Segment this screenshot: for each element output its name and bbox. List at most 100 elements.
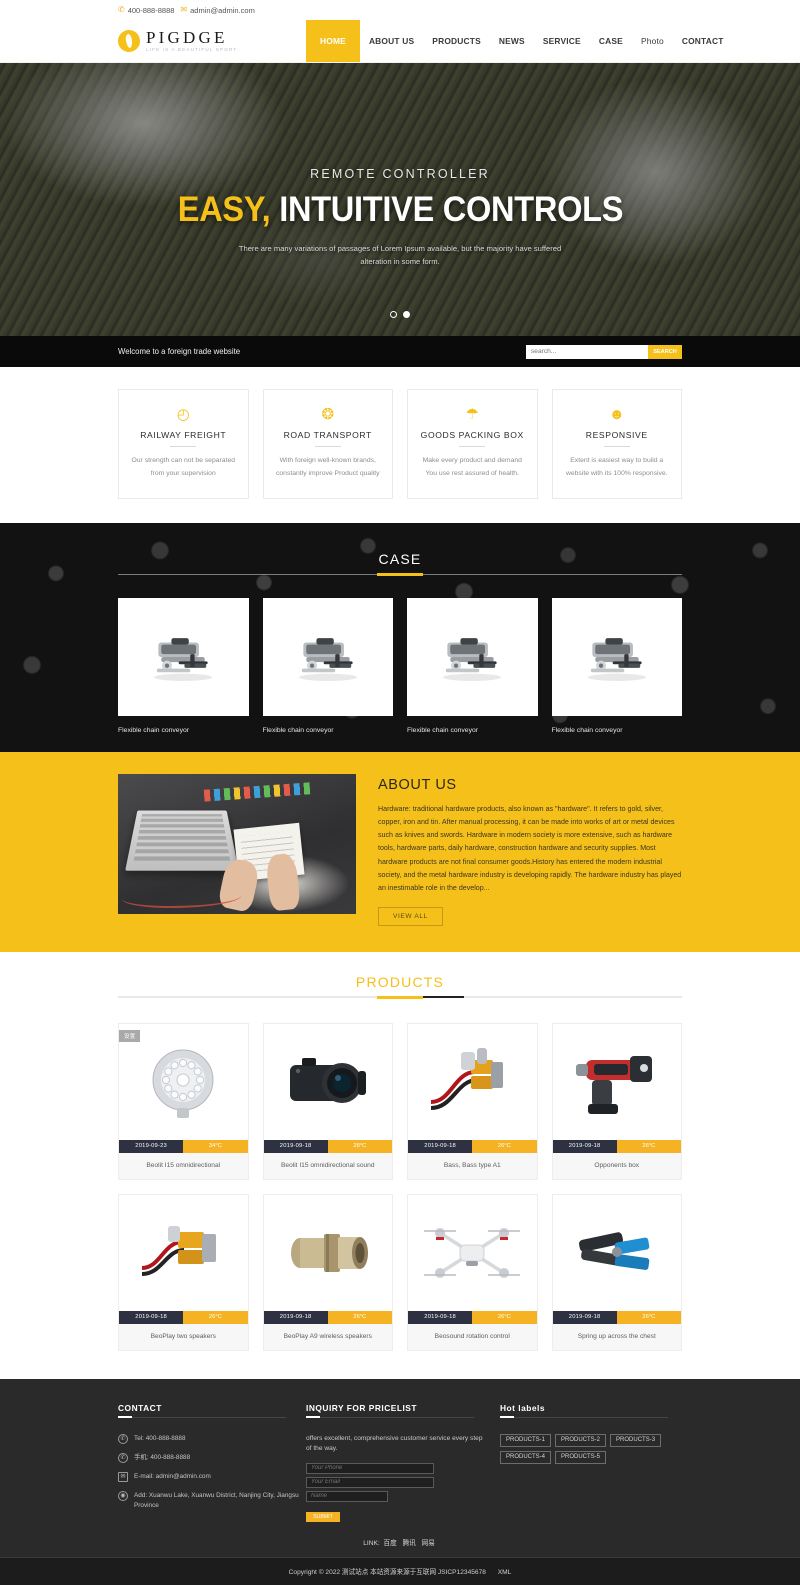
link-label: LINK: [363,1539,380,1547]
inquiry-name-input[interactable] [306,1490,388,1502]
product-card[interactable]: 2019-09-18 26°C Opponents box [551,1022,682,1180]
inquiry-phone-input[interactable] [306,1462,434,1474]
nav-item-contact[interactable]: CONTACT [673,20,733,62]
case-card[interactable]: Flexible chain conveyor [262,598,393,735]
nav-item-label: PRODUCTS [432,36,481,46]
hot-label-tags: PRODUCTS-1 PRODUCTS-2 PRODUCTS-3 PRODUCTS-4… [500,1433,670,1464]
product-card[interactable]: 2019-09-18 26°C BeoPlay A9 wireless spea… [262,1193,393,1351]
case-caption: Flexible chain conveyor [118,727,190,735]
product-temperature: 26°C [183,1310,248,1324]
logo-tagline: LIFE IS A BEAUTIFUL SPORT [146,47,238,53]
contact-text: E-mail: admin@admin.com [134,1472,211,1480]
feature-desc: Extent is easiest way to build a website… [565,457,668,477]
product-name: Opponents box [552,1152,681,1179]
contact-row: ✆ Tel: 400-888-8888 [118,1433,306,1444]
product-card[interactable]: 2019-09-18 26°C BeoPlay two speakers [118,1193,249,1351]
hot-label-tag[interactable]: PRODUCTS-4 [500,1450,552,1464]
nav-item-label: Photo [640,36,664,46]
case-caption: Flexible chain conveyor [262,727,334,735]
feature-card[interactable]: ☂ GOODS PACKING BOX Make every product a… [407,389,538,500]
view-all-button[interactable]: VIEW ALL [378,906,443,926]
contact-text: Add: Xuanwu Lake, Xuanwu District, Nanji… [134,1491,299,1509]
search-input[interactable] [526,344,648,359]
case-card[interactable]: Flexible chain conveyor [407,598,538,734]
case-image [407,598,538,717]
nav-item-case[interactable]: CASE [590,20,632,62]
product-meta: 2019-09-18 26°C [263,1310,392,1324]
case-section: CASE Flexible chain conveyor Flexible ch… [0,523,800,753]
product-temperature: 26°C [616,1139,681,1153]
product-temperature: 26°C [616,1310,681,1324]
led-ring-light-product: 设置 [119,1023,248,1140]
product-name: Beolit I15 omnidirectional [119,1152,248,1179]
friendly-links-bar: LINK: 百度 腾讯 网易 [0,1530,800,1557]
nav-item-label: CONTACT [681,36,724,46]
about-title: ABOUT US [378,777,457,794]
hot-label-tag[interactable]: PRODUCTS-3 [610,1433,662,1447]
feature-card[interactable]: ◴ RAILWAY FREIGHT Our strength can not b… [118,389,249,500]
pie-chart-icon: ◴ [176,406,190,423]
product-meta: 2019-09-18 26°C [119,1310,248,1324]
hero-dot-1[interactable] [390,311,397,318]
feature-card[interactable]: ❂ ROAD TRANSPORT With foreign well-known… [262,389,393,500]
nav-item-label: SERVICE [542,36,581,46]
conveyor-image [298,638,357,682]
inquiry-email-input[interactable] [306,1476,434,1488]
hot-label-tag[interactable]: PRODUCTS-1 [500,1433,552,1447]
case-card[interactable]: Flexible chain conveyor [118,598,249,734]
nav-item-about-us[interactable]: ABOUT US [360,20,423,62]
feature-desc: Our strength can not be separated from y… [131,457,236,477]
nav-item-products[interactable]: PRODUCTS [423,20,490,62]
metal-coupling-product [263,1194,392,1311]
welcome-search-strip: Welcome to a foreign trade website SEARC… [0,336,800,367]
inquiry-submit-button[interactable]: SUBMIT [306,1511,340,1522]
product-card[interactable]: 2019-09-18 26°C Spring up across the che… [551,1193,682,1351]
hot-label-tag[interactable]: PRODUCTS-5 [555,1450,607,1464]
case-title: CASE [379,551,422,576]
contact-text: 手机: 400-888-8888 [134,1453,191,1461]
logo-name: PIGDGE [146,28,228,48]
case-image [262,598,393,717]
feature-desc: With foreign well-known brands, constant… [275,457,380,477]
product-date: 2019-09-18 [408,1310,473,1324]
hero-subtitle: REMOTE CONTROLLER [310,167,490,181]
nav-item-service[interactable]: SERVICE [534,20,590,62]
product-card[interactable]: 2019-09-18 26°C Bass, Bass type A1 [407,1022,538,1180]
xml-link[interactable]: XML [498,1569,512,1576]
product-name: Beosound rotation control [408,1323,537,1350]
footer-inquiry-title: INQUIRY FOR PRICELIST [306,1403,488,1422]
topbar-email-text: admin@admin.com [190,5,255,15]
logo[interactable]: PIGDGE LIFE IS A BEAUTIFUL SPORT [0,20,306,62]
hot-label-tag[interactable]: PRODUCTS-2 [555,1433,607,1447]
location-pin-icon: ◉ [118,1490,128,1501]
site-header: PIGDGE LIFE IS A BEAUTIFUL SPORT HOME AB… [0,20,800,63]
friendly-link[interactable]: 腾讯 [403,1540,416,1547]
product-card[interactable]: 2019-09-18 28°C Beolit I15 omnidirection… [262,1022,393,1180]
product-date: 2019-09-18 [263,1139,328,1153]
hero-banner: REMOTE CONTROLLER EASY, INTUITIVE CONTRO… [0,63,800,336]
gear-icon: ❂ [321,406,335,423]
about-text: Hardware: traditional hardware products,… [378,805,682,892]
feature-card[interactable]: ☻ RESPONSIVE Extent is easiest way to bu… [551,389,682,500]
friendly-link[interactable]: 网易 [422,1540,435,1547]
product-name: BeoPlay A9 wireless speakers [263,1323,392,1350]
nav-item-home[interactable]: HOME [306,20,360,62]
hero-dot-2[interactable] [403,311,410,318]
product-temperature: 26°C [472,1139,537,1153]
user-icon: ☻ [608,406,625,423]
nav-item-photo[interactable]: Photo [632,20,673,62]
nav-item-label: HOME [320,36,346,46]
case-card[interactable]: Flexible chain conveyor [551,598,682,734]
hero-slider-dots [0,311,800,318]
friendly-link[interactable]: 百度 [384,1540,397,1547]
product-meta: 2019-09-18 26°C [408,1310,537,1324]
product-card[interactable]: 设置 2019-09-23 34°C Beolit I15 omnidirect… [118,1022,249,1180]
homepage: ✆ 400-888-8888 ✉ admin@admin.com PIGDGE … [0,0,800,1585]
nav-item-news[interactable]: NEWS [490,20,534,62]
products-section: PRODUCTS 设置 2019-09-23 34°C Beolit I15 o… [0,951,800,1379]
search-button[interactable]: SEARCH [648,344,682,359]
topbar-email[interactable]: ✉ admin@admin.com [180,6,254,15]
product-card[interactable]: 2019-09-18 26°C Beosound rotation contro… [407,1193,538,1351]
flame-logo-icon [118,30,140,52]
main-nav: HOME ABOUT US PRODUCTS NEWS SERVICE CASE… [306,20,800,62]
